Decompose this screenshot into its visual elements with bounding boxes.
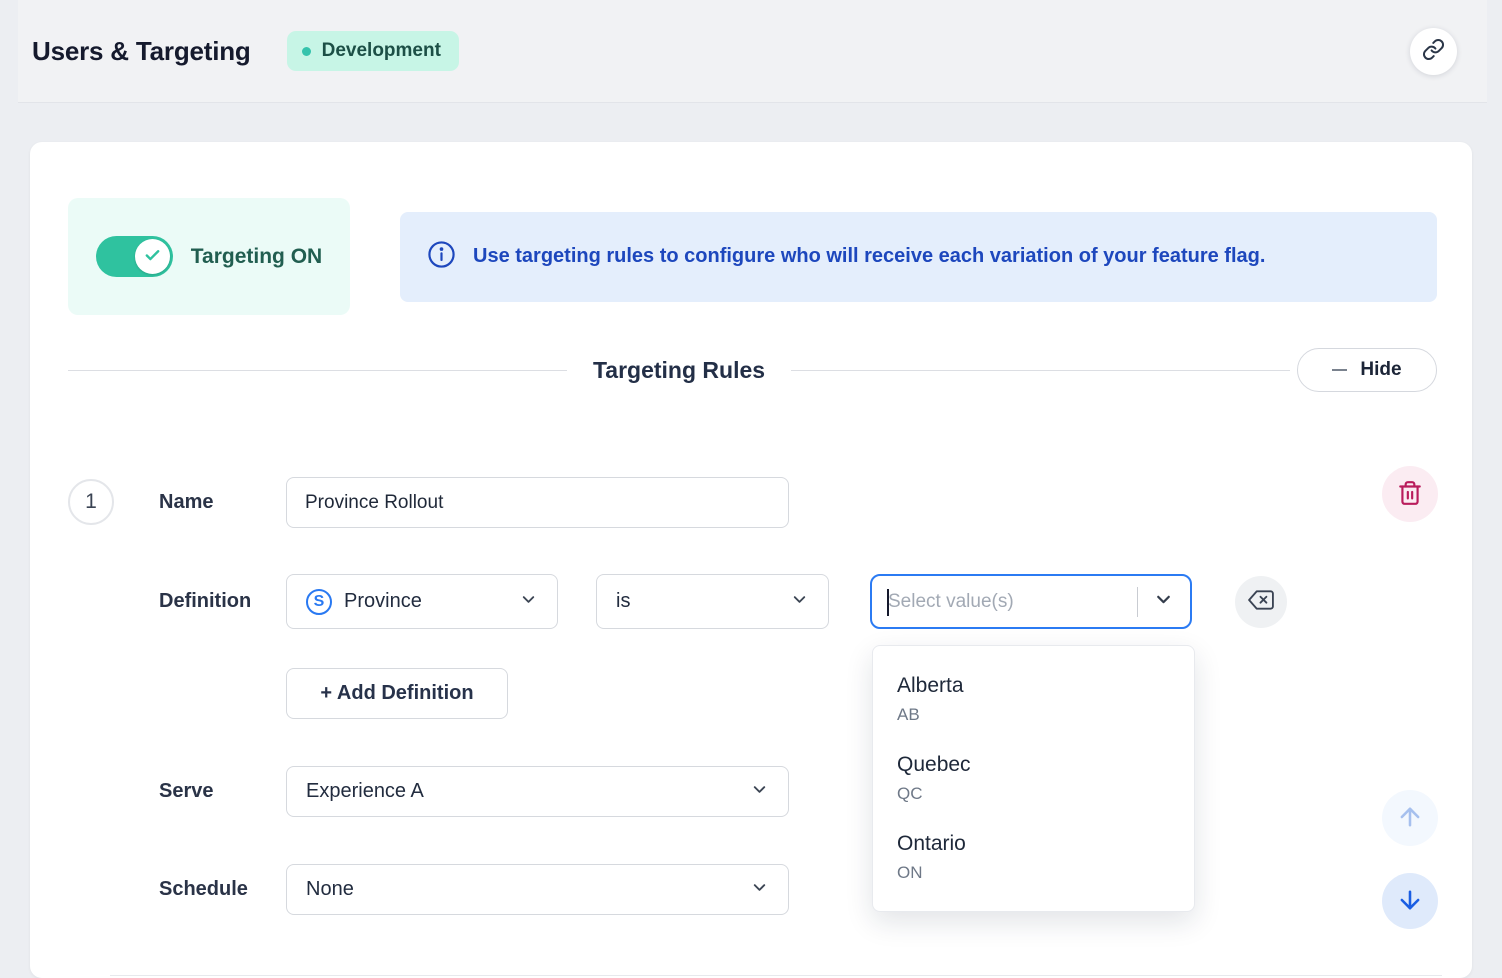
text-cursor: [887, 589, 889, 616]
option-label: Quebec: [897, 753, 1170, 777]
backspace-icon: [1248, 587, 1274, 616]
info-banner: Use targeting rules to configure who wil…: [400, 212, 1437, 302]
add-definition-button[interactable]: + Add Definition: [286, 668, 508, 719]
option-sublabel: AB: [897, 705, 1170, 725]
property-select[interactable]: S Province: [286, 574, 558, 629]
targeting-rules-divider: Targeting Rules Hide: [68, 348, 1437, 392]
rule-name-row: Name: [159, 477, 1437, 528]
copy-link-button[interactable]: [1410, 28, 1457, 75]
rule-number-badge: 1: [68, 479, 114, 525]
name-label: Name: [159, 491, 286, 514]
comparator-select-value: is: [616, 590, 630, 613]
add-definition-row: + Add Definition: [159, 668, 1437, 719]
move-rule-down-button[interactable]: [1382, 873, 1438, 929]
environment-dot-icon: [302, 47, 311, 56]
info-banner-text: Use targeting rules to configure who wil…: [473, 245, 1265, 268]
chevron-down-icon: [519, 590, 538, 614]
rule-body: Name Definition S Province is: [159, 477, 1437, 915]
trash-icon: [1397, 480, 1423, 509]
rule-name-input[interactable]: [286, 477, 789, 528]
property-select-value: Province: [344, 590, 422, 613]
targeting-toggle[interactable]: [96, 236, 173, 277]
values-input[interactable]: [888, 591, 1129, 613]
dropdown-option-quebec[interactable]: Quebec QC: [873, 739, 1194, 818]
bottom-divider: [110, 975, 1442, 976]
clear-values-button[interactable]: [1235, 576, 1287, 628]
serve-label: Serve: [159, 780, 286, 803]
targeting-toggle-box: Targeting ON: [68, 198, 350, 315]
option-label: Ontario: [897, 832, 1170, 856]
comparator-select[interactable]: is: [596, 574, 829, 629]
serve-select[interactable]: Experience A: [286, 766, 789, 817]
arrow-up-icon: [1396, 803, 1424, 834]
hide-rules-button[interactable]: Hide: [1297, 348, 1437, 392]
schedule-select[interactable]: None: [286, 864, 789, 915]
schedule-select-value: None: [306, 878, 354, 901]
values-combobox[interactable]: [870, 574, 1192, 629]
info-icon: [427, 240, 456, 274]
environment-badge-label: Development: [322, 40, 441, 62]
check-icon: [144, 247, 161, 267]
targeting-rules-title: Targeting Rules: [567, 357, 791, 384]
delete-rule-button[interactable]: [1382, 466, 1438, 522]
hide-button-label: Hide: [1360, 359, 1401, 381]
targeting-status-row: Targeting ON Use targeting rules to conf…: [68, 198, 1437, 315]
values-dropdown-menu: Alberta AB Quebec QC Ontario ON: [872, 645, 1195, 912]
page-title: Users & Targeting: [32, 36, 251, 67]
chevron-down-icon: [750, 780, 769, 804]
minus-icon: [1332, 369, 1347, 371]
toggle-knob: [135, 239, 170, 274]
serve-select-value: Experience A: [306, 780, 424, 803]
option-sublabel: QC: [897, 784, 1170, 804]
targeting-card: Targeting ON Use targeting rules to conf…: [30, 142, 1472, 978]
page-header: Users & Targeting Development: [18, 0, 1487, 103]
rule-definition-row: Definition S Province is: [159, 574, 1437, 629]
rule-serve-row: Serve Experience A: [159, 766, 1437, 817]
divider-line-left: [68, 370, 567, 371]
chevron-down-icon: [750, 878, 769, 902]
option-sublabel: ON: [897, 863, 1170, 883]
rule-schedule-row: Schedule None: [159, 864, 1437, 915]
string-type-icon: S: [306, 589, 332, 615]
definition-label: Definition: [159, 590, 286, 613]
move-rule-up-button[interactable]: [1382, 790, 1438, 846]
targeting-rule-1: 1 Name Definition S Province is: [68, 477, 1437, 915]
arrow-down-icon: [1396, 886, 1424, 917]
option-label: Alberta: [897, 674, 1170, 698]
schedule-label: Schedule: [159, 878, 286, 901]
combobox-divider: [1137, 587, 1138, 617]
divider-line-right: [791, 370, 1290, 371]
link-icon: [1422, 38, 1445, 64]
targeting-toggle-label: Targeting ON: [191, 245, 322, 269]
environment-badge: Development: [287, 31, 459, 71]
chevron-down-icon: [790, 590, 809, 614]
chevron-down-icon[interactable]: [1153, 589, 1174, 615]
dropdown-option-alberta[interactable]: Alberta AB: [873, 660, 1194, 739]
dropdown-option-ontario[interactable]: Ontario ON: [873, 818, 1194, 897]
